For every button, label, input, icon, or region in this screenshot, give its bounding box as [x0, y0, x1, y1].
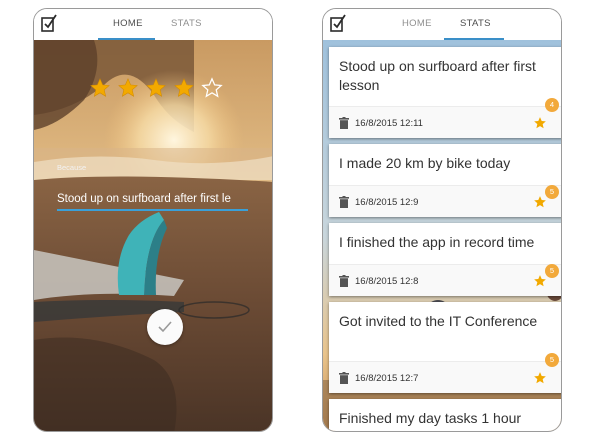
entry-date: 16/8/2015 12:9 [355, 197, 419, 208]
entry-title: Got invited to the IT Conference [339, 313, 538, 329]
top-bar: HOME STATS [34, 9, 272, 40]
entry-title: I finished the app in record time [339, 234, 535, 250]
tab-stats[interactable]: STATS [171, 18, 202, 29]
list-item[interactable]: Finished my day tasks 1 hour [329, 399, 561, 431]
list-item[interactable]: I finished the app in record time 16/8/2… [329, 223, 561, 296]
rating-badge: 5 [545, 353, 559, 367]
star-icon [534, 196, 546, 208]
entry-date: 16/8/2015 12:7 [355, 373, 419, 384]
entry-footer: 16/8/2015 12:11 4 [329, 98, 561, 138]
rating-stars[interactable] [89, 77, 223, 99]
star-icon [534, 117, 546, 129]
trash-icon[interactable] [339, 275, 349, 287]
star-icon-filled[interactable] [117, 77, 139, 99]
star-icon-filled[interactable] [89, 77, 111, 99]
entry-date: 16/8/2015 12:8 [355, 276, 419, 287]
tab-stats[interactable]: STATS [460, 18, 491, 29]
entry-title: Stood up on surfboard after first lesson [339, 58, 536, 93]
entry-title: I made 20 km by bike today [339, 155, 511, 171]
confirm-button[interactable] [147, 309, 183, 345]
tab-home[interactable]: HOME [402, 18, 432, 29]
star-icon-filled[interactable] [173, 77, 195, 99]
reason-input-underline [57, 209, 248, 211]
trash-icon[interactable] [339, 117, 349, 129]
trash-icon[interactable] [339, 372, 349, 384]
stats-screen: HOME STATS Stood up on surfboard after f… [322, 8, 562, 432]
entry-date: 16/8/2015 12:11 [355, 118, 423, 129]
rating-badge: 4 [545, 98, 559, 112]
list-item[interactable]: Stood up on surfboard after first lesson… [329, 47, 561, 138]
trash-icon[interactable] [339, 196, 349, 208]
active-tab-indicator [444, 38, 504, 40]
home-screen: HOME STATS Because Stood up on surfboard… [33, 8, 273, 432]
rating-badge: 5 [545, 185, 559, 199]
star-icon [534, 372, 546, 384]
entry-footer: 16/8/2015 12:8 5 [329, 264, 561, 296]
check-icon [158, 321, 172, 333]
entry-footer: 16/8/2015 12:9 5 [329, 185, 561, 217]
active-tab-indicator [98, 38, 155, 40]
because-label: Because [57, 163, 87, 172]
top-bar: HOME STATS [323, 9, 561, 40]
entry-footer: 16/8/2015 12:7 5 [329, 353, 561, 393]
app-logo-icon [330, 14, 346, 32]
list-item[interactable]: Got invited to the IT Conference 16/8/20… [329, 302, 561, 393]
rating-badge: 5 [545, 264, 559, 278]
list-item[interactable]: I made 20 km by bike today 16/8/2015 12:… [329, 144, 561, 217]
entry-title: Finished my day tasks 1 hour [339, 410, 522, 426]
reason-input[interactable] [57, 190, 247, 208]
tab-home[interactable]: HOME [113, 18, 143, 29]
star-icon-empty[interactable] [201, 77, 223, 99]
star-icon-filled[interactable] [145, 77, 167, 99]
app-logo-icon [41, 14, 57, 32]
star-icon [534, 275, 546, 287]
